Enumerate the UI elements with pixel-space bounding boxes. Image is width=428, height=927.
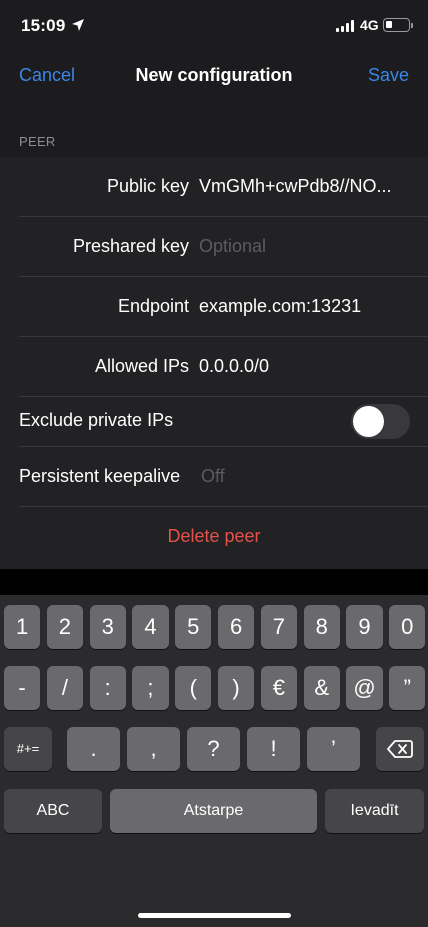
- punctuation-key[interactable]: ?: [187, 727, 240, 771]
- digit-key[interactable]: 2: [46, 605, 83, 649]
- space-key[interactable]: Atstarpe: [110, 789, 317, 833]
- abc-key[interactable]: ABC: [4, 789, 102, 833]
- public-key-field[interactable]: VmGMh+cwPdb8//NO...: [199, 176, 409, 197]
- persistent-keepalive-row[interactable]: Persistent keepalive Off: [0, 447, 428, 507]
- exclude-private-ips-label: Exclude private IPs: [19, 410, 174, 430]
- allowed-ips-field[interactable]: 0.0.0.0/0: [199, 356, 409, 377]
- network-type: 4G: [360, 17, 379, 33]
- cellular-signal-icon: [336, 20, 356, 32]
- endpoint-row[interactable]: Endpoint example.com:13231: [0, 277, 428, 337]
- preshared-key-label: Preshared key: [72, 236, 189, 256]
- return-key[interactable]: Ievadīt: [325, 789, 424, 833]
- persistent-keepalive-label: Persistent keepalive: [19, 466, 181, 486]
- save-button[interactable]: Save: [368, 65, 409, 86]
- delete-peer-button[interactable]: Delete peer: [0, 526, 428, 547]
- allowed-ips-row[interactable]: Allowed IPs 0.0.0.0/0: [0, 337, 428, 397]
- symbol-key[interactable]: ): [218, 666, 255, 710]
- digit-key[interactable]: 7: [260, 605, 297, 649]
- symbol-key[interactable]: ”: [389, 666, 426, 710]
- symbol-key[interactable]: -: [4, 666, 41, 710]
- preshared-key-row[interactable]: Preshared key Optional: [0, 217, 428, 277]
- backspace-icon: [387, 740, 413, 758]
- backspace-key[interactable]: [376, 727, 424, 771]
- digit-key[interactable]: 3: [89, 605, 126, 649]
- home-indicator: [138, 913, 291, 918]
- section-header-peer: PEER: [19, 134, 56, 149]
- public-key-row[interactable]: Public key VmGMh+cwPdb8//NO...: [0, 157, 428, 217]
- symbol-key[interactable]: (: [175, 666, 212, 710]
- symbol-key[interactable]: €: [260, 666, 297, 710]
- digit-key[interactable]: 5: [175, 605, 212, 649]
- keyboard: 1234567890 - /:;() € & @” #+= .,?!’ ABC Atst…: [0, 595, 428, 927]
- peer-form: Public key VmGMh+cwPdb8//NO... Preshared…: [0, 157, 428, 569]
- toggle-knob: [353, 406, 384, 437]
- status-time: 15:09: [21, 16, 66, 35]
- punctuation-key[interactable]: .: [67, 727, 120, 771]
- persistent-keepalive-field[interactable]: Off: [201, 466, 411, 487]
- exclude-private-ips-toggle[interactable]: [351, 404, 410, 439]
- allowed-ips-label: Allowed IPs: [94, 356, 189, 376]
- symbol-key[interactable]: &: [303, 666, 340, 710]
- symbol-key[interactable]: @: [346, 666, 383, 710]
- public-key-label: Public key: [106, 176, 189, 196]
- punctuation-key[interactable]: ’: [307, 727, 360, 771]
- status-bar: 15:09 4G: [0, 0, 428, 50]
- endpoint-field[interactable]: example.com:13231: [199, 296, 409, 317]
- digit-key[interactable]: 6: [218, 605, 255, 649]
- symbol-key[interactable]: :: [89, 666, 126, 710]
- digit-key[interactable]: 8: [303, 605, 340, 649]
- symbol-key[interactable]: ;: [132, 666, 169, 710]
- symbols-toggle-key[interactable]: #+=: [4, 727, 52, 771]
- digit-key[interactable]: 0: [389, 605, 426, 649]
- symbol-key[interactable]: /: [46, 666, 83, 710]
- page-title: New configuration: [135, 65, 293, 85]
- endpoint-label: Endpoint: [117, 296, 189, 316]
- battery-icon: [383, 18, 410, 32]
- delete-peer-row[interactable]: Delete peer: [0, 507, 428, 567]
- exclude-private-ips-row: Exclude private IPs: [0, 397, 428, 447]
- preshared-key-field[interactable]: Optional: [199, 236, 409, 257]
- location-arrow-icon: [72, 19, 84, 31]
- navigation-bar: Cancel New configuration Save: [0, 50, 428, 101]
- punctuation-key[interactable]: ,: [127, 727, 180, 771]
- digit-key[interactable]: 9: [346, 605, 383, 649]
- digit-key[interactable]: 4: [132, 605, 169, 649]
- punctuation-key[interactable]: !: [247, 727, 300, 771]
- digit-key[interactable]: 1: [4, 605, 41, 649]
